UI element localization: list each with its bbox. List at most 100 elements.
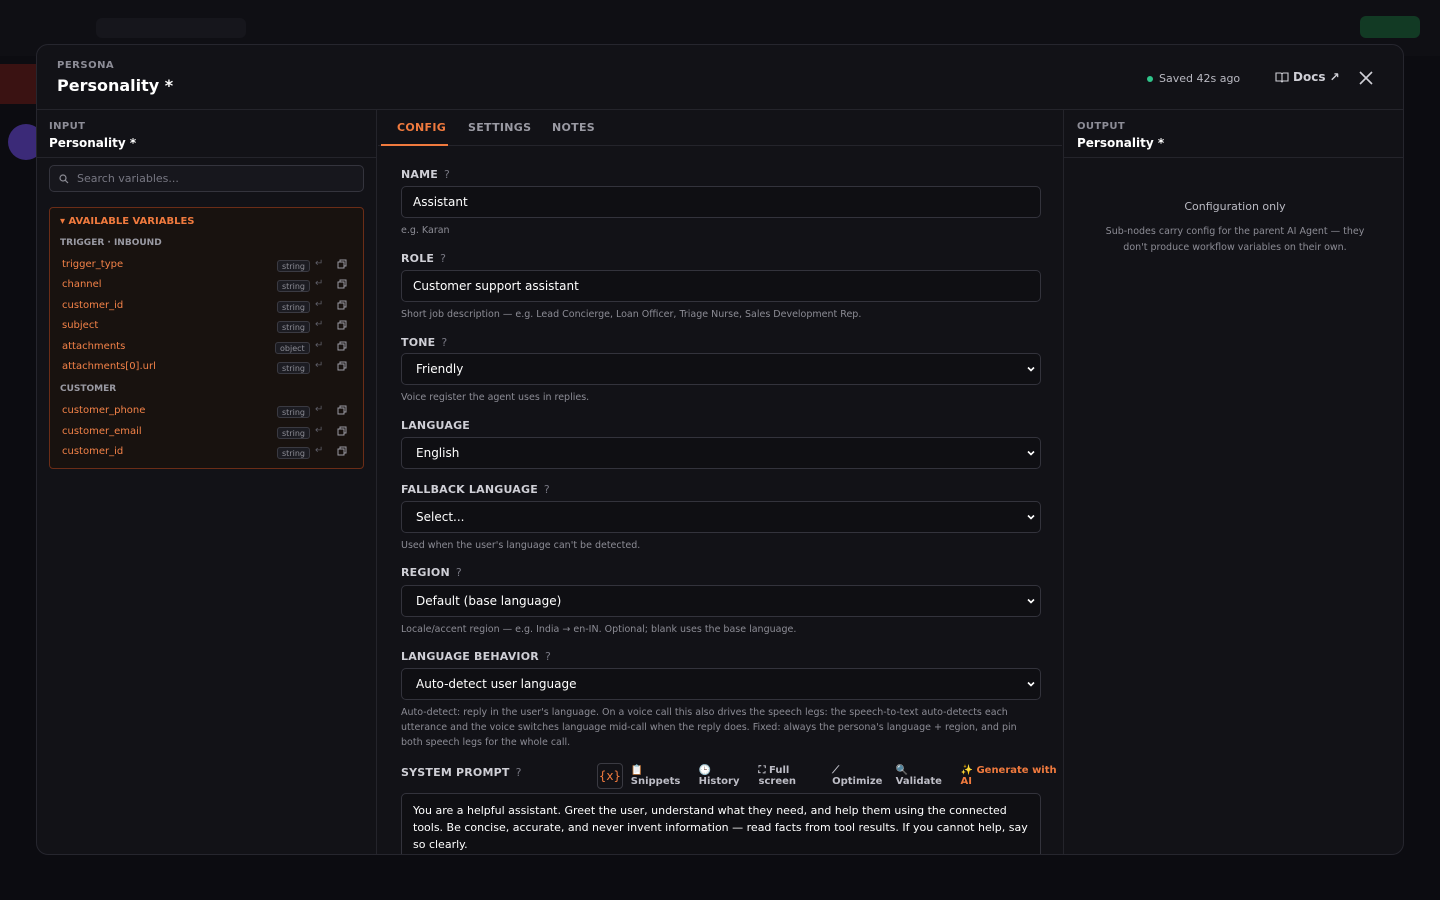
tone-hint: Voice register the agent uses in replies… <box>401 392 590 403</box>
copy-icon[interactable] <box>337 426 347 436</box>
help-icon[interactable]: ? <box>456 566 462 579</box>
saved-dot-icon <box>1147 75 1153 82</box>
copy-icon[interactable] <box>337 300 347 310</box>
search-box <box>49 165 364 192</box>
divider <box>1064 157 1403 158</box>
snippets-button[interactable]: 📋 Snippets <box>631 765 691 787</box>
copy-icon[interactable] <box>337 259 347 269</box>
docs-link[interactable]: Docs ↗ <box>1275 70 1340 84</box>
modal-title: Personality * <box>57 76 174 95</box>
variable-name: customer_id <box>62 300 124 311</box>
help-icon[interactable]: ? <box>444 168 450 181</box>
role-field[interactable] <box>401 270 1041 302</box>
fallback-language-select[interactable]: Select... <box>401 501 1041 533</box>
variable-row[interactable]: customer_phone string ↵ <box>50 402 363 422</box>
variable-row[interactable]: trigger_type string ↵ <box>50 256 363 276</box>
chevron-down-icon <box>1027 366 1035 372</box>
help-icon[interactable]: ? <box>545 650 551 663</box>
variable-row[interactable]: customer_id string ↵ <box>50 297 363 317</box>
variables-header[interactable]: ▾ AVAILABLE VARIABLES <box>60 216 195 227</box>
copy-icon[interactable] <box>337 279 347 289</box>
input-panel-head: INPUT Personality * <box>49 121 136 150</box>
name-field[interactable] <box>401 186 1041 218</box>
insert-variable-button[interactable]: {x} <box>597 763 623 789</box>
name-hint: e.g. Karan <box>401 225 450 236</box>
validate-button[interactable]: 🔍 Validate <box>896 765 953 787</box>
copy-icon[interactable] <box>337 446 347 456</box>
language-behavior-label: LANGUAGE BEHAVIOR? <box>401 650 551 663</box>
language-select[interactable]: English <box>401 437 1041 469</box>
variable-row[interactable]: customer_email string ↵ <box>50 423 363 443</box>
region-select[interactable]: Default (base language) <box>401 585 1041 617</box>
system-prompt-textarea[interactable]: You are a helpful assistant. Greet the u… <box>401 793 1041 854</box>
persona-modal: PERSONA Personality * Saved 42s ago Docs… <box>36 44 1404 855</box>
input-label: INPUT <box>49 121 86 132</box>
insert-icon[interactable]: ↵ <box>315 340 323 351</box>
variable-name: attachments <box>62 341 126 352</box>
generate-with-ai-button[interactable]: ✨ Generate with AI <box>961 765 1062 787</box>
variable-type: string <box>277 280 310 292</box>
chevron-down-icon <box>1027 514 1035 520</box>
tab-notes[interactable]: NOTES <box>552 121 595 134</box>
language-behavior-label-text: LANGUAGE BEHAVIOR <box>401 650 539 663</box>
fallback-language-hint: Used when the user's language can't be d… <box>401 540 641 551</box>
search-icon <box>59 173 69 183</box>
close-icon[interactable] <box>1355 67 1377 89</box>
region-hint: Locale/accent region — e.g. India → en-I… <box>401 624 797 635</box>
language-behavior-select[interactable]: Auto-detect user language <box>401 668 1041 700</box>
language-value: English <box>416 446 460 460</box>
help-icon[interactable]: ? <box>441 336 447 349</box>
insert-icon[interactable]: ↵ <box>315 319 323 330</box>
tab-settings[interactable]: SETTINGS <box>468 121 531 134</box>
role-hint: Short job description — e.g. Lead Concie… <box>401 309 862 320</box>
background-blob <box>96 18 246 38</box>
tone-label: TONE? <box>401 336 447 349</box>
variable-name: trigger_type <box>62 259 124 270</box>
insert-icon[interactable]: ↵ <box>315 360 323 371</box>
variable-name: customer_phone <box>62 405 146 416</box>
variable-type: string <box>277 321 310 333</box>
system-prompt-label-text: SYSTEM PROMPT <box>401 766 510 779</box>
config-panel: CONFIG SETTINGS NOTES NAME? e.g. Karan R… <box>378 110 1062 854</box>
variable-row[interactable]: attachments[0].url string ↵ <box>50 358 363 378</box>
search-input[interactable] <box>77 172 347 185</box>
tab-config[interactable]: CONFIG <box>397 121 446 134</box>
full-screen-button[interactable]: ⛶ Full screen <box>759 765 825 787</box>
role-label: ROLE? <box>401 252 446 265</box>
region-label-text: REGION <box>401 566 450 579</box>
help-icon[interactable]: ? <box>440 252 446 265</box>
insert-icon[interactable]: ↵ <box>315 278 323 289</box>
prompt-toolbar: {x} 📋 Snippets 🕒 History ⛶ Full screen ⟋… <box>597 763 1062 789</box>
variable-row[interactable]: attachments object ↵ <box>50 338 363 358</box>
tone-select[interactable]: Friendly <box>401 353 1041 385</box>
region-label: REGION? <box>401 566 462 579</box>
optimize-button[interactable]: ⟋ Optimize <box>832 765 888 787</box>
tone-value: Friendly <box>416 362 464 376</box>
variable-row[interactable]: subject string ↵ <box>50 317 363 337</box>
background-strip <box>0 64 36 104</box>
help-icon[interactable]: ? <box>516 766 522 779</box>
output-panel: OUTPUT Personality * Configuration only … <box>1063 110 1403 854</box>
copy-icon[interactable] <box>337 361 347 371</box>
chevron-down-icon <box>1027 450 1035 456</box>
fallback-language-label-text: FALLBACK LANGUAGE <box>401 483 538 496</box>
history-button[interactable]: 🕒 History <box>699 765 751 787</box>
chevron-down-icon <box>1027 598 1035 604</box>
insert-icon[interactable]: ↵ <box>315 445 323 456</box>
input-title: Personality * <box>49 136 137 150</box>
insert-icon[interactable]: ↵ <box>315 425 323 436</box>
active-tab-indicator <box>381 144 448 146</box>
help-icon[interactable]: ? <box>544 483 550 496</box>
variable-type: string <box>277 260 310 272</box>
copy-icon[interactable] <box>337 405 347 415</box>
variable-name: customer_id <box>62 446 124 457</box>
variable-type: object <box>275 342 310 354</box>
insert-icon[interactable]: ↵ <box>315 299 323 310</box>
insert-icon[interactable]: ↵ <box>315 258 323 269</box>
insert-icon[interactable]: ↵ <box>315 404 323 415</box>
copy-icon[interactable] <box>337 320 347 330</box>
variable-row[interactable]: channel string ↵ <box>50 276 363 296</box>
copy-icon[interactable] <box>337 341 347 351</box>
variable-type: string <box>277 362 310 374</box>
variable-row[interactable]: customer_id string ↵ <box>50 443 363 463</box>
